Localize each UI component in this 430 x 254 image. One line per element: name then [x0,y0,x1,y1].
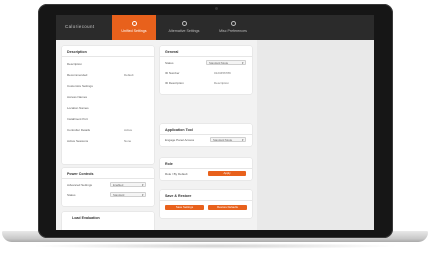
restore-defaults-button[interactable]: Restore Defaults [208,205,247,210]
chevron-down-icon: ▾ [241,138,244,143]
advanced-settings-select[interactable]: Enabled ▾ [110,182,146,187]
chevron-down-icon: ▾ [241,61,244,66]
save-restore-card: Save & Restore Save Settings Restore Def… [160,190,252,218]
engage-panel-select[interactable]: Standard Mode ▾ [210,137,246,142]
divider [160,134,252,135]
main-content: Description Description Recommended Defa… [56,40,374,230]
tab-misc-preferences[interactable]: Misc Preferences [210,15,256,40]
settings-icon [131,21,137,26]
tab-alternative-settings[interactable]: Alternative Settings [160,15,208,40]
divider [62,56,154,57]
row-value: Description [214,81,230,85]
tab-unified-settings[interactable]: Unified Settings [112,15,156,40]
select-value: Standard Mode [209,61,229,65]
status-mode-select[interactable]: Standard Mode ▾ [206,60,246,65]
laptop-screen: Caloriecount Unified Settings Alternativ… [56,15,374,230]
divider [62,178,154,179]
row-label: Active Sessions [67,139,89,143]
row-label: Status [165,61,174,65]
tab-label: Alternative Settings [168,29,200,33]
row-label: Engage Panel Access [165,138,195,142]
apply-button[interactable]: Apply [208,171,246,176]
divider [160,168,252,169]
power-controls-card: Power Controls Advanced Settings Enabled… [62,168,154,206]
save-settings-button[interactable]: Save Settings [165,205,204,210]
row-label: Installment Port [67,117,88,121]
card-title: Power Controls [67,172,94,176]
row-label: Controller Details [67,128,91,132]
row-value: Default [124,73,134,77]
status-select[interactable]: Standard ▾ [110,192,146,197]
tab-label: Misc Preferences [219,29,247,33]
row-label: Role / By Default [165,172,188,176]
role-card: Role Role / By Default Apply [160,158,252,180]
card-title: Load Evaluation [72,216,100,220]
card-title: Description [67,50,87,54]
description-card: Description Description Recommended Defa… [62,46,154,164]
select-value: Enabled [113,183,124,187]
tab-label: Unified Settings [121,29,147,33]
row-label: ID Number [165,71,180,75]
load-evaluation-card: Load Evaluation [62,212,154,230]
app-header: Caloriecount Unified Settings Alternativ… [56,15,374,40]
row-label: ID Description [165,81,184,85]
application-tool-card: Application Tool Engage Panel Access Sta… [160,124,252,146]
brand-logo: Caloriecount [65,24,95,29]
row-label: Description [67,62,83,66]
row-label: Access Names [67,95,88,99]
card-title: Save & Restore [165,194,192,198]
chevron-down-icon: ▾ [141,183,144,188]
card-title: Role [165,162,173,166]
divider [160,200,252,201]
chevron-down-icon: ▾ [141,193,144,198]
right-panel [257,40,374,230]
card-title: Application Tool [165,128,193,132]
row-label: Customize Settings [67,84,93,88]
row-value: None [124,139,132,143]
select-value: Standard [113,193,125,197]
row-value: Active [124,128,133,132]
info-icon [230,21,236,26]
sliders-icon [181,21,187,26]
row-label: Advanced Settings [67,183,93,187]
general-card: General Status Standard Mode ▾ ID Number… [160,46,252,94]
camera-dot [214,7,218,10]
row-label: Status [67,193,76,197]
card-title: General [165,50,179,54]
row-label: Recommended [67,73,88,77]
laptop-shadow [30,243,400,249]
row-label: Location Names [67,106,89,110]
divider [160,56,252,57]
row-value: 0123456789 [214,71,231,75]
select-value: Standard Mode [213,138,233,142]
